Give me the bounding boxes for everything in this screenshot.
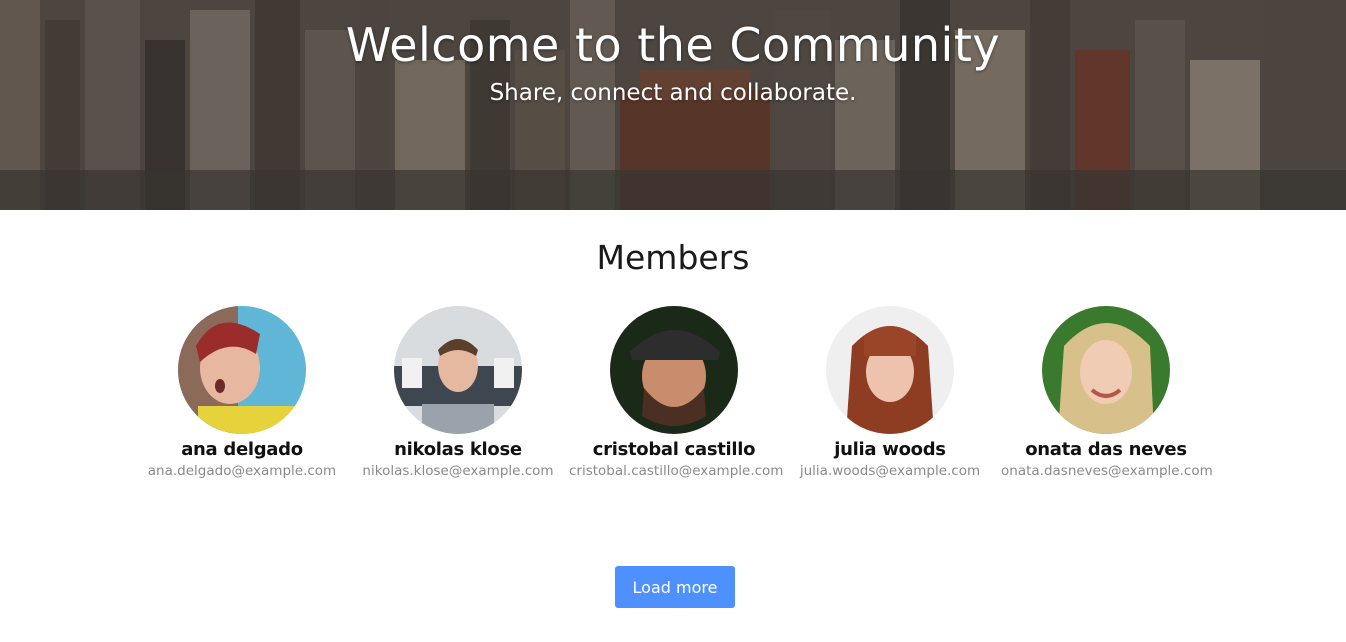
- member-card: nikolas klose nikolas.klose@example.com: [353, 306, 563, 479]
- member-email: onata.dasneves@example.com: [1001, 463, 1213, 479]
- member-email: ana.delgado@example.com: [147, 463, 337, 479]
- member-card: julia woods julia.woods@example.com: [785, 306, 995, 479]
- avatar[interactable]: [610, 306, 738, 434]
- member-card: onata das neves onata.dasneves@example.c…: [1001, 306, 1213, 479]
- avatar[interactable]: [178, 306, 306, 434]
- member-name: onata das neves: [1025, 439, 1187, 460]
- member-card: cristobal castillo cristobal.castillo@ex…: [569, 306, 784, 479]
- member-name: julia woods: [834, 439, 946, 460]
- avatar[interactable]: [394, 306, 522, 434]
- member-name: cristobal castillo: [592, 439, 756, 460]
- member-name: ana delgado: [181, 439, 303, 460]
- avatar[interactable]: [1042, 306, 1170, 434]
- hero-banner: Welcome to the Community Share, connect …: [0, 0, 1346, 210]
- member-email: julia.woods@example.com: [799, 463, 981, 479]
- member-name: nikolas klose: [394, 439, 522, 460]
- members-heading: Members: [596, 238, 750, 277]
- member-card: ana delgado ana.delgado@example.com: [137, 306, 347, 479]
- member-email: nikolas.klose@example.com: [362, 463, 554, 479]
- hero-subtitle: Share, connect and collaborate.: [489, 80, 857, 106]
- avatar[interactable]: [826, 306, 954, 434]
- load-more-button[interactable]: Load more: [615, 566, 735, 608]
- hero-title: Welcome to the Community: [345, 18, 1001, 72]
- member-email: cristobal.castillo@example.com: [569, 463, 784, 479]
